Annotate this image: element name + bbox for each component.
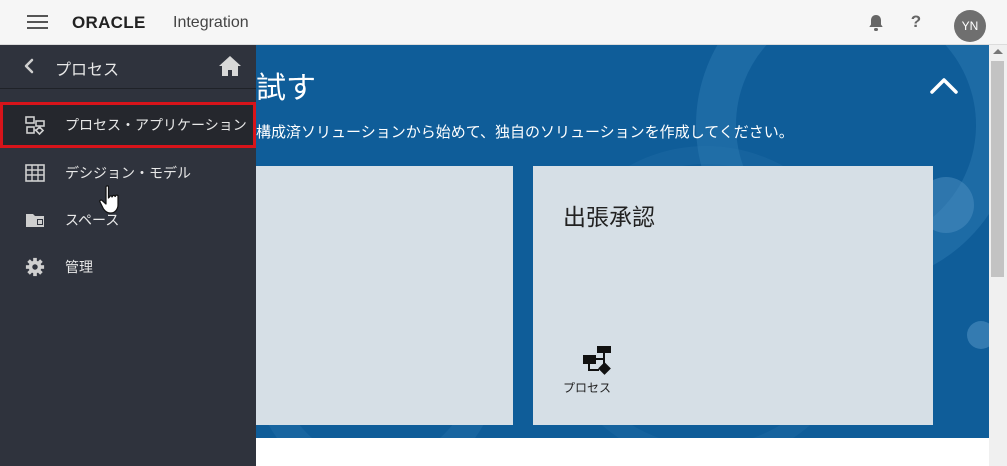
hero-banner: 試す 構成済ソリューションから始めて、独自のソリューションを作成してください。 …	[256, 45, 989, 438]
hamburger-menu-icon[interactable]	[27, 15, 48, 30]
card-type-label: プロセス	[563, 381, 612, 395]
help-button[interactable]: ?	[905, 11, 927, 33]
bell-icon[interactable]	[866, 13, 886, 33]
folder-icon	[26, 214, 44, 227]
nav-item-process-applications[interactable]: プロセス・アプリケーション	[0, 102, 256, 148]
nav-item-decision-models[interactable]: デシジョン・モデル	[0, 150, 256, 196]
gear-icon	[25, 257, 45, 277]
solution-card[interactable]	[256, 166, 513, 425]
nav-item-spaces[interactable]: スペース	[0, 197, 256, 243]
scroll-up-arrow-icon[interactable]	[993, 49, 1003, 54]
hero-subtitle: 構成済ソリューションから始めて、独自のソリューションを作成してください。	[256, 123, 794, 141]
process-flow-icon	[583, 346, 611, 375]
hand-cursor-icon	[99, 185, 119, 214]
back-chevron-icon[interactable]	[22, 58, 36, 74]
drawer-title: プロセス	[55, 60, 120, 79]
vertical-scrollbar[interactable]	[989, 45, 1007, 466]
nav-item-label: プロセス・アプリケーション	[65, 118, 247, 134]
collapse-chevron-icon[interactable]	[929, 73, 959, 97]
content-area	[256, 438, 989, 466]
process-flow-icon	[25, 116, 45, 135]
home-icon[interactable]	[218, 55, 242, 77]
navigation-drawer: プロセス プロセス・アプリケーション デシジョン・モデル スペース 管理	[0, 45, 256, 466]
nav-item-administration[interactable]: 管理	[0, 244, 256, 290]
solution-card-travel-approval[interactable]: 出張承認 プロセス	[533, 166, 933, 425]
drawer-header: プロセス	[0, 45, 256, 89]
top-bar: ORACLE Integration ? YN	[0, 0, 1007, 45]
scrollbar-thumb[interactable]	[991, 61, 1004, 277]
table-grid-icon	[25, 164, 45, 182]
product-name: Integration	[173, 14, 249, 31]
nav-item-label: デシジョン・モデル	[65, 166, 191, 182]
nav-item-label: 管理	[65, 260, 93, 276]
hero-title: 試す	[256, 71, 316, 106]
oracle-logo: ORACLE	[72, 13, 146, 32]
user-avatar[interactable]: YN	[954, 10, 986, 42]
card-title: 出張承認	[563, 205, 655, 231]
